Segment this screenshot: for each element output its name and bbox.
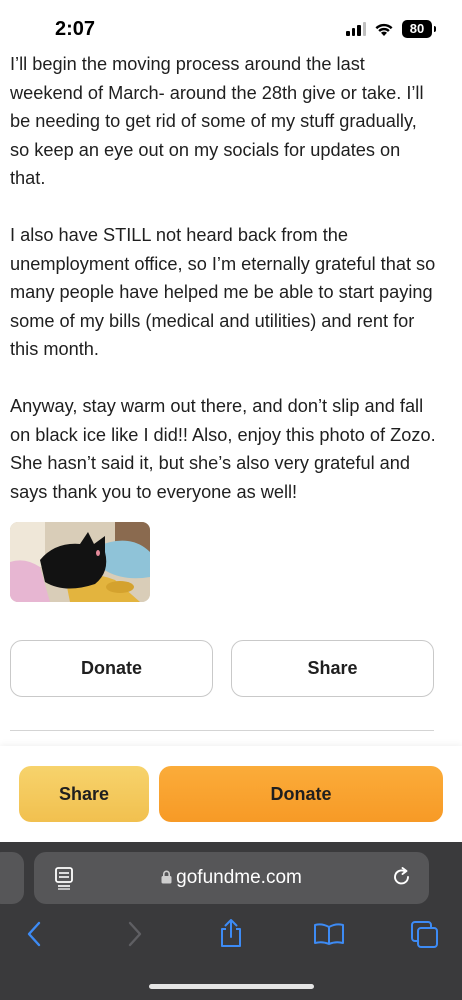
back-icon[interactable]: [25, 921, 43, 947]
donate-button[interactable]: Donate: [10, 640, 213, 697]
bookmarks-icon[interactable]: [313, 922, 345, 946]
url-text: gofundme.com: [176, 867, 302, 888]
sticky-share-button[interactable]: Share: [19, 766, 149, 822]
share-icon[interactable]: [217, 918, 245, 948]
address-bar[interactable]: gofundme.com: [34, 852, 429, 904]
previous-tab-preview[interactable]: [0, 852, 24, 904]
url-display[interactable]: gofundme.com: [34, 867, 429, 889]
browser-toolbar: gofundme.com: [0, 842, 462, 1000]
forward-icon[interactable]: [126, 921, 144, 947]
share-button[interactable]: Share: [231, 640, 434, 697]
status-icons: 80: [346, 20, 436, 38]
reload-icon[interactable]: [391, 866, 413, 888]
home-indicator: [149, 984, 314, 989]
lock-icon: [161, 870, 172, 884]
cat-photo[interactable]: [10, 522, 150, 602]
wifi-icon: [375, 23, 393, 36]
status-time: 2:07: [55, 18, 96, 40]
divider: [10, 730, 434, 731]
cellular-signal-icon: [346, 22, 366, 36]
story-paragraph: I also have STILL not heard back from th…: [10, 224, 436, 360]
battery-icon: 80: [402, 20, 436, 38]
sticky-donate-button[interactable]: Donate: [159, 766, 443, 822]
story-body: I’ll begin the moving process around the…: [10, 50, 440, 534]
sticky-action-bar: Share Donate: [0, 746, 462, 842]
tabs-icon[interactable]: [410, 920, 440, 948]
status-bar: 2:07 80: [0, 0, 462, 52]
story-paragraph: Anyway, stay warm out there, and don’t s…: [10, 395, 436, 502]
story-paragraph: I’ll begin the moving process around the…: [10, 54, 424, 189]
cat-photo-image: [10, 522, 150, 602]
